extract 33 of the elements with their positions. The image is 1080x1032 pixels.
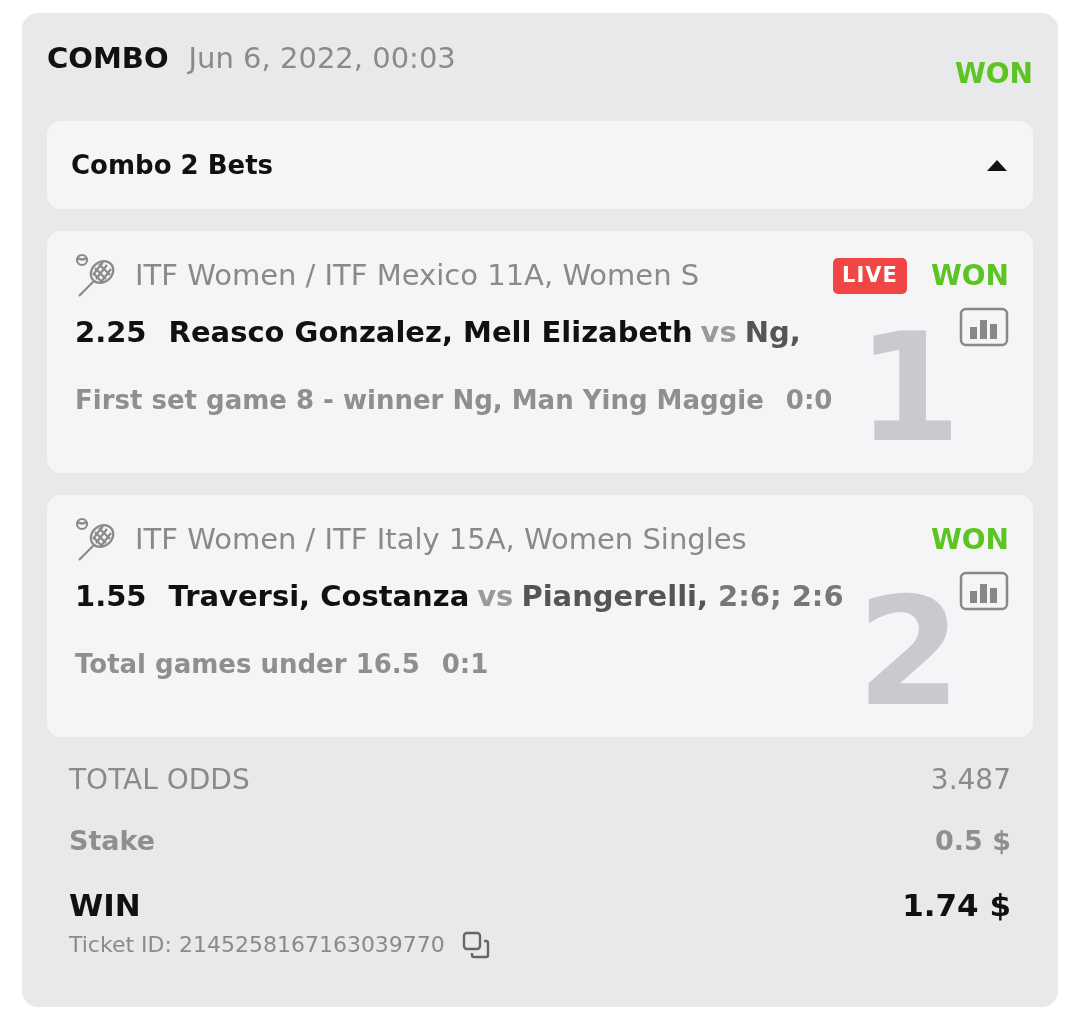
result-label: 0:0	[785, 383, 833, 417]
win-value: 1.74 $	[902, 885, 1011, 925]
bet-type-label: COMBO	[47, 40, 169, 77]
win-label: WIN	[69, 885, 141, 925]
home-player: Traversi, Costanza	[168, 578, 470, 615]
vs-label: vs	[477, 578, 514, 615]
stake-label: Stake	[69, 824, 156, 858]
tournament-label: ITF Women / ITF Mexico 11A, Women S	[135, 257, 701, 295]
status-label: WON	[930, 258, 1009, 294]
total-odds-value: 3.487	[930, 762, 1011, 798]
tournament-label: ITF Women / ITF Italy 15A, Women Singles	[135, 521, 748, 559]
stake-value: 0.5 $	[934, 824, 1011, 858]
odds-value: 1.55	[75, 578, 147, 615]
combo-toggle[interactable]: Combo 2 Bets	[47, 121, 1033, 209]
date-label: Jun 6, 2022, 00:03	[188, 40, 456, 77]
copy-icon[interactable]	[460, 929, 491, 960]
status-label: WON	[930, 522, 1009, 558]
market-label: First set game 8 - winner Ng, Man Ying Maggie	[75, 383, 764, 417]
home-player: Reasco Gonzalez, Mell Elizabeth	[168, 314, 693, 351]
result-label: 0:1	[441, 647, 489, 681]
ticket-id-label: Ticket ID: 2145258167163039770	[69, 931, 445, 959]
status-label: WON	[954, 56, 1033, 92]
market-label: Total games under 16.5	[75, 647, 420, 681]
statistics-icon[interactable]	[959, 570, 1009, 611]
vs-label: vs	[700, 314, 737, 351]
odds-value: 2.25	[75, 314, 147, 351]
score-label: 2:6; 2:6	[718, 578, 844, 615]
away-player: Piangerelli,	[521, 578, 709, 615]
live-badge: LIVE	[833, 258, 907, 294]
statistics-icon[interactable]	[959, 306, 1009, 347]
total-odds-label: TOTAL ODDS	[69, 762, 250, 798]
away-player: Ng,	[744, 314, 801, 351]
caret-icon	[985, 158, 1009, 172]
